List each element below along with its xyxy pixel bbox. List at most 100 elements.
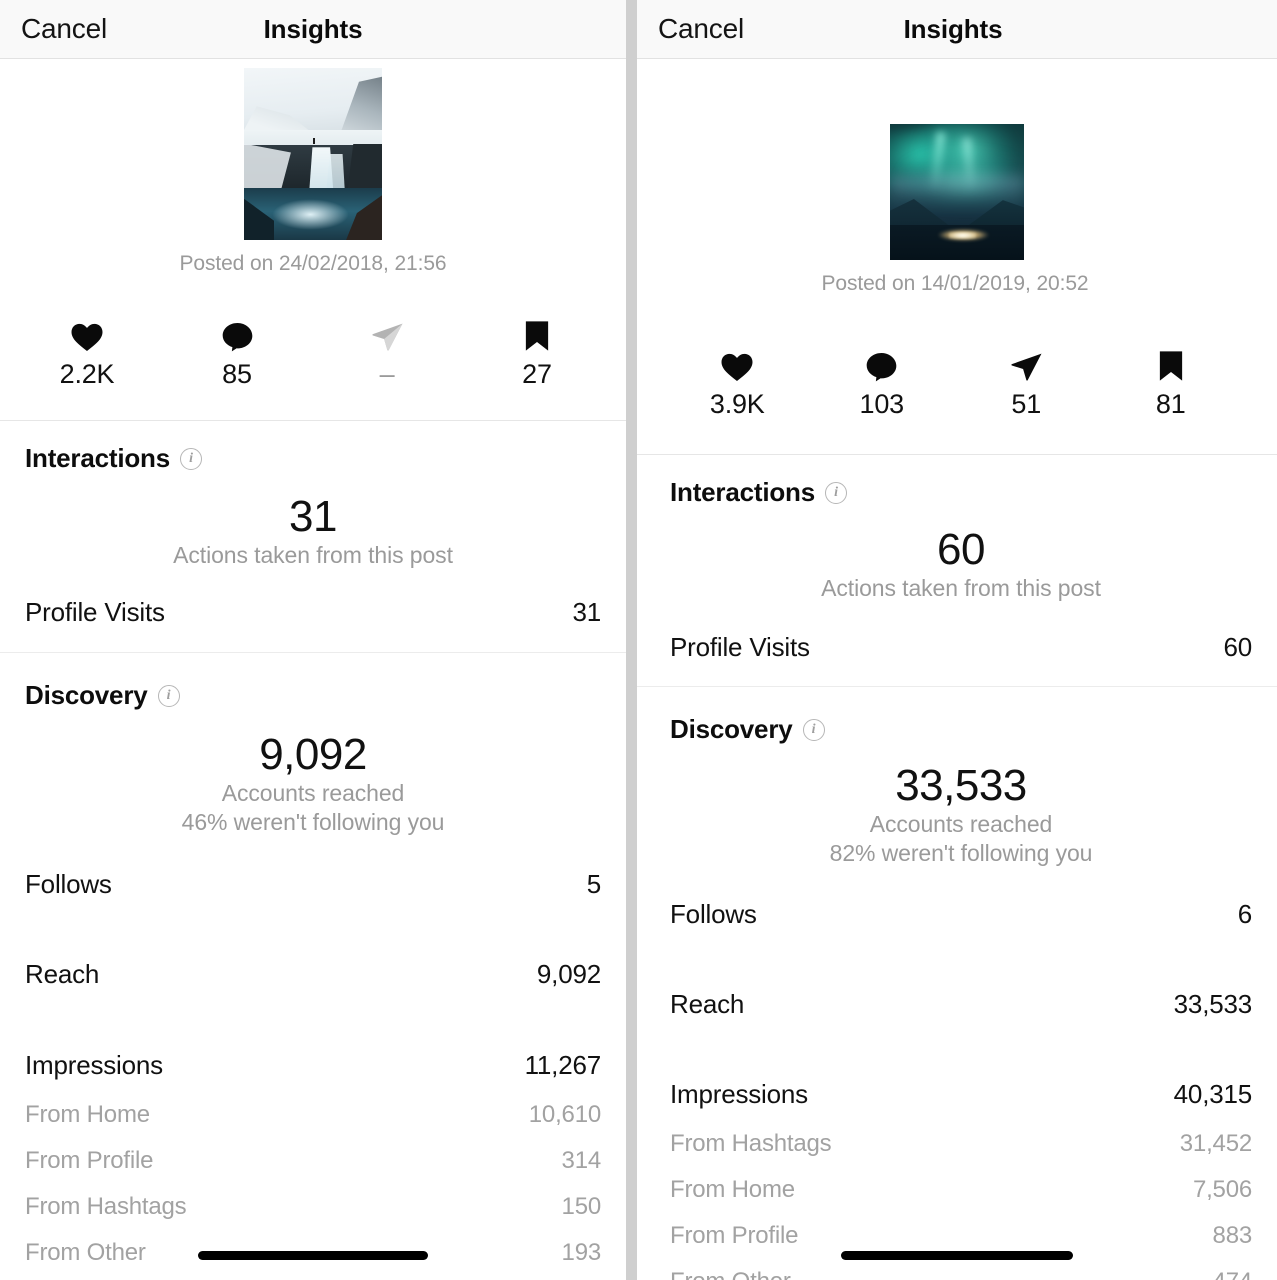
- stat-comments[interactable]: 85: [162, 318, 312, 390]
- bookmark-icon: [1099, 348, 1244, 382]
- post-header: Posted on 24/02/2018, 21:56: [0, 59, 626, 276]
- engagement-stats-row: 3.9K 103 51 81: [637, 348, 1277, 420]
- row-label: From Other: [670, 1268, 791, 1280]
- stat-likes[interactable]: 3.9K: [665, 348, 810, 420]
- row-value: 11,267: [524, 1049, 602, 1080]
- discovery-section: Discovery i 33,533 Accounts reached 82% …: [637, 687, 1277, 1280]
- row-value: 314: [561, 1146, 602, 1174]
- row-label: Impressions: [25, 1049, 163, 1080]
- interactions-summary: 60 Actions taken from this post: [670, 525, 1252, 603]
- row-label: From Hashtags: [670, 1129, 832, 1157]
- row-value: 9,092: [536, 958, 601, 989]
- interactions-section: Interactions i 60 Actions taken from thi…: [637, 455, 1277, 663]
- row-label: Reach: [670, 988, 745, 1019]
- discovery-section: Discovery i 9,092 Accounts reached 46% w…: [0, 653, 626, 1267]
- row-value: 33,533: [1173, 988, 1253, 1019]
- stat-likes[interactable]: 2.2K: [12, 318, 162, 390]
- shares-count: –: [379, 359, 395, 389]
- info-icon[interactable]: i: [157, 684, 180, 707]
- row-value: 6: [1237, 898, 1252, 929]
- posted-date: Posted on 14/01/2019, 20:52: [821, 272, 1089, 295]
- cancel-button[interactable]: Cancel: [0, 15, 107, 43]
- discovery-total: 9,092: [259, 730, 367, 780]
- row-label: Impressions: [670, 1078, 808, 1109]
- row-label: From Profile: [670, 1221, 799, 1249]
- interactions-title: Interactions: [670, 477, 815, 507]
- heart-icon: [12, 318, 162, 352]
- likes-count: 3.9K: [709, 389, 765, 419]
- stat-shares[interactable]: –: [312, 318, 462, 390]
- engagement-stats-row: 2.2K 85 – 27: [0, 318, 626, 390]
- interactions-caption: Actions taken from this post: [173, 541, 453, 568]
- insights-panel-right: Cancel Insights Posted on 14/01/2019, 20…: [637, 0, 1277, 1280]
- discovery-summary: 33,533 Accounts reached 82% weren't foll…: [670, 761, 1252, 869]
- table-row[interactable]: From Profile 314: [25, 1147, 601, 1175]
- discovery-heading: Discovery i: [670, 714, 1252, 745]
- discovery-caption-1: Accounts reached: [869, 810, 1053, 837]
- stat-shares[interactable]: 51: [954, 348, 1099, 420]
- interactions-section: Interactions i 31 Actions taken from thi…: [0, 421, 626, 628]
- home-indicator[interactable]: [637, 1251, 1277, 1260]
- table-row[interactable]: From Profile 883: [670, 1222, 1252, 1250]
- stat-comments[interactable]: 103: [810, 348, 955, 420]
- table-row[interactable]: Profile Visits 60: [670, 632, 1252, 663]
- table-row[interactable]: From Other 474: [670, 1268, 1252, 1280]
- table-row[interactable]: Impressions 11,267: [25, 1050, 601, 1081]
- saves-count: 81: [1155, 389, 1186, 419]
- interactions-heading: Interactions i: [670, 477, 1252, 508]
- waterfall-photo-thumbnail[interactable]: [244, 68, 382, 240]
- info-icon[interactable]: i: [802, 718, 825, 741]
- info-icon[interactable]: i: [179, 447, 202, 470]
- home-indicator[interactable]: [0, 1251, 626, 1260]
- posted-date: Posted on 24/02/2018, 21:56: [179, 252, 447, 275]
- comments-count: 85: [222, 359, 252, 389]
- discovery-total: 33,533: [895, 761, 1027, 811]
- table-row[interactable]: Follows 6: [670, 899, 1252, 930]
- discovery-summary: 9,092 Accounts reached 46% weren't follo…: [25, 730, 601, 838]
- table-row[interactable]: Reach 9,092: [25, 959, 601, 990]
- table-row[interactable]: Follows 5: [25, 869, 601, 900]
- row-label: From Home: [670, 1175, 795, 1203]
- row-label: Profile Visits: [25, 597, 165, 628]
- discovery-title: Discovery: [670, 714, 793, 745]
- share-icon: [312, 318, 462, 352]
- row-value: 474: [1213, 1268, 1253, 1280]
- post-thumbnail-wrap: [0, 59, 626, 240]
- row-label: From Profile: [25, 1146, 154, 1174]
- row-value: 31,452: [1179, 1129, 1252, 1157]
- row-label: From Home: [25, 1100, 150, 1128]
- nav-bar: Cancel Insights: [637, 0, 1277, 59]
- info-icon[interactable]: i: [824, 481, 847, 504]
- table-row[interactable]: From Hashtags 150: [25, 1193, 601, 1221]
- table-row[interactable]: Impressions 40,315: [670, 1079, 1252, 1110]
- cancel-button[interactable]: Cancel: [637, 15, 744, 43]
- heart-icon: [665, 348, 810, 382]
- stat-saves[interactable]: 81: [1099, 348, 1244, 420]
- row-label: Reach: [25, 958, 100, 989]
- insights-comparison-screenshot: Cancel Insights Posted on 24/02/2018, 21…: [0, 0, 1277, 1280]
- aurora-photo-thumbnail[interactable]: [890, 124, 1024, 260]
- discovery-title: Discovery: [25, 680, 148, 711]
- discovery-caption-2: 46% weren't following you: [181, 809, 445, 836]
- comment-icon: [810, 348, 955, 382]
- table-row[interactable]: From Hashtags 31,452: [670, 1130, 1252, 1158]
- row-value: 10,610: [528, 1100, 601, 1128]
- share-icon: [954, 348, 1099, 382]
- interactions-total: 60: [937, 525, 985, 574]
- row-label: From Hashtags: [25, 1192, 187, 1220]
- comment-icon: [162, 318, 312, 352]
- discovery-caption-1: Accounts reached: [221, 779, 405, 806]
- interactions-title: Interactions: [25, 443, 170, 473]
- row-value: 7,506: [1192, 1175, 1252, 1203]
- comments-count: 103: [859, 389, 905, 419]
- row-value: 40,315: [1173, 1078, 1253, 1109]
- row-label: Profile Visits: [670, 632, 810, 663]
- table-row[interactable]: Reach 33,533: [670, 989, 1252, 1020]
- table-row[interactable]: From Home 10,610: [25, 1101, 601, 1129]
- interactions-total: 31: [289, 492, 337, 541]
- stat-saves[interactable]: 27: [462, 318, 612, 390]
- table-row[interactable]: From Home 7,506: [670, 1176, 1252, 1204]
- post-thumbnail-wrap: [637, 59, 1277, 260]
- panel-divider: [626, 0, 637, 1280]
- table-row[interactable]: Profile Visits 31: [25, 597, 601, 628]
